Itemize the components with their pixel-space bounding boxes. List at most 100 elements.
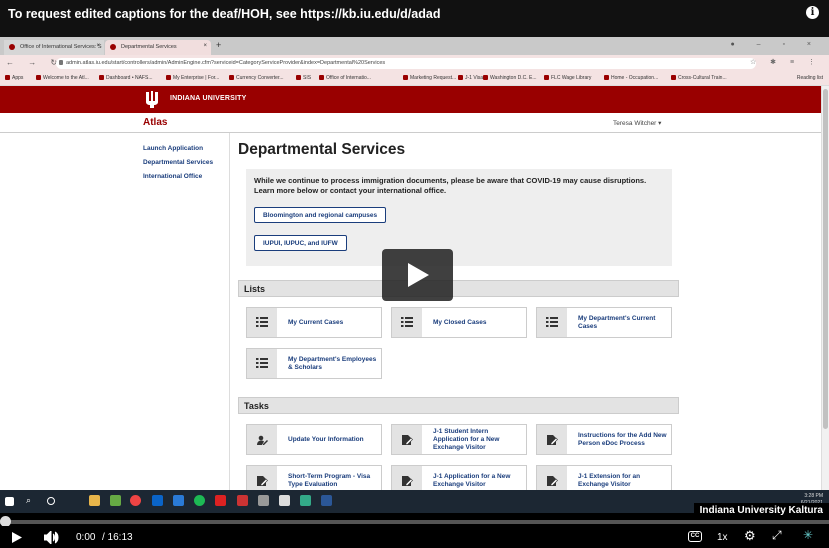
j1-student-intern-card[interactable]: J-1 Student Intern Application for a New… bbox=[391, 424, 527, 455]
browser-tab-1[interactable]: Office of International Services: S × bbox=[4, 40, 104, 55]
reading-list[interactable]: Reading list bbox=[797, 75, 823, 81]
app-icon-2[interactable] bbox=[279, 495, 290, 506]
nav-buttons[interactable]: ← → ↻ bbox=[6, 58, 63, 67]
lock-icon bbox=[59, 60, 63, 65]
bookmark-favicon-icon bbox=[296, 75, 301, 80]
bookmarks-bar: Apps Welcome to the Atl... Dashboard • NAF… bbox=[0, 72, 829, 86]
new-tab-icon[interactable]: + bbox=[216, 40, 221, 50]
bookmark-item[interactable]: Dashboard • NAFS... bbox=[99, 75, 153, 81]
lists-heading: Lists bbox=[238, 280, 679, 297]
bookmark-item[interactable]: Washington D.C. E... bbox=[483, 75, 537, 81]
search-icon[interactable]: ⌕ bbox=[26, 495, 37, 506]
browser-tab-2[interactable]: Departmental Services × bbox=[105, 40, 211, 55]
bookmark-item[interactable]: Office of Internatio... bbox=[319, 75, 371, 81]
nav-international-office[interactable]: International Office bbox=[143, 173, 202, 180]
bookmark-item[interactable]: My Enterprise | For... bbox=[166, 75, 219, 81]
powerpoint-icon[interactable] bbox=[237, 495, 248, 506]
document-edit-icon bbox=[392, 425, 422, 454]
close-tab-icon[interactable]: × bbox=[96, 43, 100, 49]
window-controls[interactable]: ● – ▫ × bbox=[730, 41, 821, 48]
play-icon[interactable] bbox=[12, 532, 22, 543]
nav-departmental-services[interactable]: Departmental Services bbox=[143, 159, 213, 166]
update-info-card[interactable]: Update Your Information bbox=[246, 424, 382, 455]
closed-captions-icon[interactable]: CC bbox=[688, 531, 702, 542]
card-label: J-1 Student Intern Application for a New… bbox=[433, 427, 500, 451]
extension-icons[interactable]: ☆ ✱ ≡ ⋮ bbox=[750, 58, 821, 66]
play-icon bbox=[408, 263, 429, 287]
duration: / 16:13 bbox=[102, 532, 133, 543]
scroll-thumb[interactable] bbox=[823, 89, 828, 429]
app-title[interactable]: Atlas bbox=[143, 117, 167, 128]
volume-icon[interactable] bbox=[44, 531, 60, 544]
card-label: My Closed Cases bbox=[433, 318, 487, 326]
card-label: My Department's Employees & Scholars bbox=[288, 355, 377, 371]
file-explorer-icon[interactable] bbox=[89, 495, 100, 506]
app-icon[interactable] bbox=[110, 495, 121, 506]
windows-start-icon[interactable] bbox=[5, 497, 14, 506]
my-current-cases-card[interactable]: My Current Cases bbox=[246, 307, 382, 338]
speed-button[interactable]: 1x bbox=[717, 532, 728, 543]
kaltura-logo-icon[interactable]: ✳ bbox=[803, 528, 813, 542]
task-view-icon[interactable] bbox=[47, 497, 55, 505]
bookmark-favicon-icon bbox=[483, 75, 488, 80]
progress-bar[interactable] bbox=[0, 520, 829, 524]
list-icon bbox=[247, 308, 277, 337]
address-bar[interactable]: admin.atlas.iu.edu/start/controllers/adm… bbox=[56, 58, 756, 69]
caption-notice: To request edited captions for the deaf/… bbox=[8, 7, 441, 21]
player-controls: 0:00 / 16:13 CC 1x ⚙ ⤢ ✳ bbox=[0, 526, 829, 548]
card-label: My Department's Current Cases bbox=[578, 314, 656, 330]
calculator-icon[interactable] bbox=[258, 495, 269, 506]
skype-icon[interactable] bbox=[173, 495, 184, 506]
covid-notice: While we continue to process immigration… bbox=[246, 169, 672, 266]
play-overlay-button[interactable] bbox=[382, 249, 453, 301]
dept-employees-card[interactable]: My Department's Employees & Scholars bbox=[246, 348, 382, 379]
fullscreen-icon[interactable]: ⤢ bbox=[772, 528, 782, 543]
bookmark-item[interactable]: Welcome to the Atl... bbox=[36, 75, 89, 81]
bookmark-item[interactable]: Home - Occupation... bbox=[604, 75, 658, 81]
bookmark-favicon-icon bbox=[403, 75, 408, 80]
settings-gear-icon[interactable]: ⚙ bbox=[744, 528, 756, 544]
list-icon bbox=[247, 349, 277, 378]
bookmark-item[interactable]: J-1 Visa bbox=[458, 75, 483, 81]
caption-notice-bar: To request edited captions for the deaf/… bbox=[0, 0, 829, 37]
university-name: INDIANA UNIVERSITY bbox=[170, 95, 247, 102]
left-nav: Launch Application Departmental Services… bbox=[0, 133, 230, 513]
close-tab-icon[interactable]: × bbox=[203, 43, 207, 49]
bookmark-favicon-icon bbox=[99, 75, 104, 80]
bookmark-item[interactable]: SIS bbox=[296, 75, 311, 81]
bookmark-favicon-icon bbox=[544, 75, 549, 80]
bookmark-item[interactable]: Marketing Request... bbox=[403, 75, 456, 81]
video-frame[interactable]: Office of International Services: S × De… bbox=[0, 37, 829, 513]
user-menu[interactable]: Teresa Witcher ▾ bbox=[613, 119, 661, 127]
current-time: 0:00 bbox=[76, 532, 96, 543]
outlook-icon[interactable] bbox=[152, 495, 163, 506]
bookmark-favicon-icon bbox=[319, 75, 324, 80]
bookmark-favicon-icon bbox=[229, 75, 234, 80]
acrobat-icon[interactable] bbox=[215, 495, 226, 506]
nav-launch-application[interactable]: Launch Application bbox=[143, 145, 203, 152]
app-bar: Atlas Teresa Witcher ▾ bbox=[0, 113, 829, 133]
page-title: Departmental Services bbox=[238, 141, 406, 158]
document-edit-icon bbox=[537, 425, 567, 454]
bookmark-item[interactable]: FLC Wage Library bbox=[544, 75, 591, 81]
chrome-icon[interactable] bbox=[130, 495, 141, 506]
app-icon-3[interactable] bbox=[300, 495, 311, 506]
bookmark-item[interactable]: Cross-Cultural Train... bbox=[671, 75, 727, 81]
bloomington-button[interactable]: Bloomington and regional campuses bbox=[254, 207, 387, 223]
iu-trident-icon bbox=[146, 91, 158, 108]
dept-current-cases-card[interactable]: My Department's Current Cases bbox=[536, 307, 672, 338]
bookmark-favicon-icon bbox=[166, 75, 171, 80]
iu-favicon-icon bbox=[110, 44, 116, 50]
iupui-button[interactable]: IUPUI, IUPUC, and IUFW bbox=[254, 235, 347, 251]
page-content: Launch Application Departmental Services… bbox=[0, 133, 821, 513]
bookmark-favicon-icon bbox=[5, 75, 10, 80]
bookmark-item[interactable]: Currency Converter... bbox=[229, 75, 284, 81]
info-icon[interactable]: i bbox=[806, 6, 819, 19]
word-icon[interactable] bbox=[321, 495, 332, 506]
my-closed-cases-card[interactable]: My Closed Cases bbox=[391, 307, 527, 338]
spotify-icon[interactable] bbox=[194, 495, 205, 506]
bookmark-item[interactable]: Apps bbox=[5, 75, 23, 81]
add-new-person-card[interactable]: Instructions for the Add New Person eDoc… bbox=[536, 424, 672, 455]
card-label: Instructions for the Add New Person eDoc… bbox=[578, 431, 667, 447]
bookmark-favicon-icon bbox=[671, 75, 676, 80]
